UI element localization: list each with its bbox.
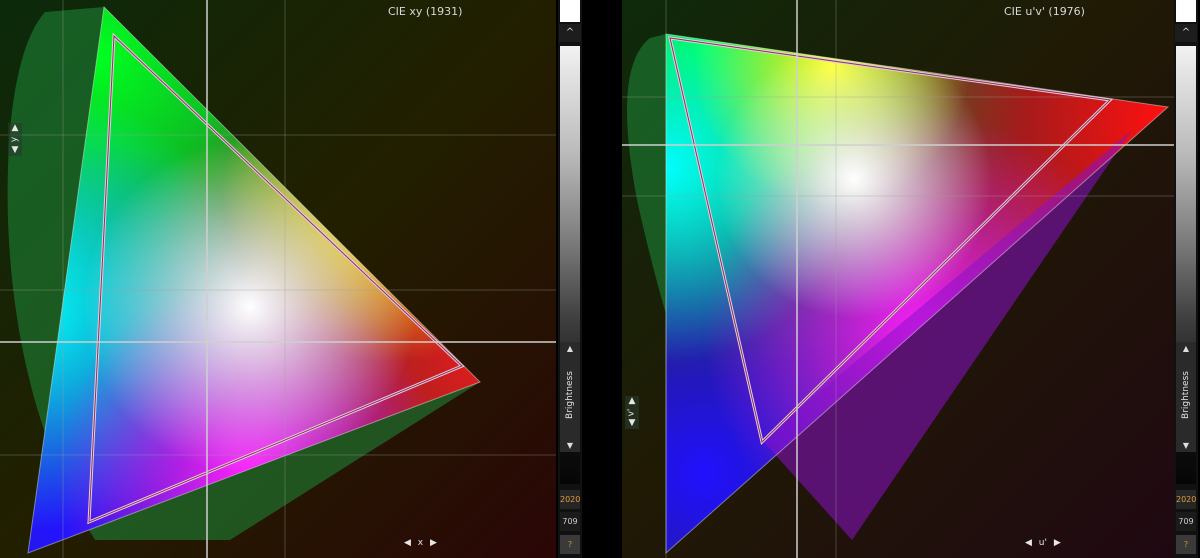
brightness-slider[interactable]: ▲ Brightness ▼ (560, 46, 580, 484)
down-arrow-icon[interactable]: ▼ (625, 418, 639, 429)
x-axis-control[interactable]: ◀ x ▶ (404, 536, 437, 550)
cie-uv-chart (622, 0, 1174, 558)
right-arrow-icon[interactable]: ▶ (430, 538, 437, 548)
scroll-up-button[interactable]: ^ (1175, 24, 1197, 42)
y-axis-label: v' (626, 408, 637, 417)
gamut-2020-button[interactable]: 2020 (560, 490, 580, 509)
down-arrow-icon[interactable]: ▼ (8, 145, 22, 156)
gamut-709-button[interactable]: 709 (1176, 512, 1196, 531)
y-axis-control[interactable]: ▲ y ▼ (8, 123, 22, 156)
cie-uv-plot[interactable]: CIE u'v' (1976) ▲ v' ▼ ◀ u' ▶ (622, 0, 1174, 558)
y-axis-control[interactable]: ▲ v' ▼ (625, 396, 639, 429)
up-arrow-icon[interactable]: ▲ (1176, 344, 1196, 353)
up-arrow-icon[interactable]: ▲ (560, 344, 580, 353)
x-axis-control[interactable]: ◀ u' ▶ (1025, 536, 1061, 550)
brightness-label: Brightness (1181, 371, 1191, 419)
cie-xy-chart (0, 0, 556, 558)
gamut-2020-button[interactable]: 2020 (1176, 490, 1196, 509)
left-sidebar: ^ ▲ Brightness ▼ 2020 709 ? (558, 0, 582, 558)
y-axis-label: y (9, 136, 20, 143)
color-swatch[interactable] (1176, 0, 1196, 22)
brightness-slider[interactable]: ▲ Brightness ▼ (1176, 46, 1196, 484)
chart-title: CIE u'v' (1976) (1004, 5, 1085, 18)
left-arrow-icon[interactable]: ◀ (1025, 538, 1032, 548)
scroll-up-button[interactable]: ^ (559, 24, 581, 42)
help-button[interactable]: ? (1176, 535, 1196, 554)
cie-uv-panel: CIE u'v' (1976) ▲ v' ▼ ◀ u' ▶ ^ ▲ Bright… (622, 0, 1200, 558)
brightness-label: Brightness (565, 371, 575, 419)
down-arrow-icon[interactable]: ▼ (560, 441, 580, 450)
cie-xy-plot[interactable]: CIE xy (1931) ▲ y ▼ ◀ x ▶ (0, 0, 556, 558)
down-arrow-icon[interactable]: ▼ (1176, 441, 1196, 450)
gamut-709-button[interactable]: 709 (560, 512, 580, 531)
x-axis-label: u' (1038, 538, 1047, 548)
chart-title: CIE xy (1931) (388, 5, 463, 18)
cie-xy-panel: CIE xy (1931) ▲ y ▼ ◀ x ▶ ^ ▲ Brightness… (0, 0, 584, 558)
right-sidebar: ^ ▲ Brightness ▼ 2020 709 ? (1174, 0, 1198, 558)
right-arrow-icon[interactable]: ▶ (1054, 538, 1061, 548)
brightness-thumb[interactable]: ▲ Brightness ▼ (1176, 342, 1196, 452)
left-arrow-icon[interactable]: ◀ (404, 538, 411, 548)
brightness-thumb[interactable]: ▲ Brightness ▼ (560, 342, 580, 452)
x-axis-label: x (417, 538, 424, 548)
help-button[interactable]: ? (560, 535, 580, 554)
color-swatch[interactable] (560, 0, 580, 22)
